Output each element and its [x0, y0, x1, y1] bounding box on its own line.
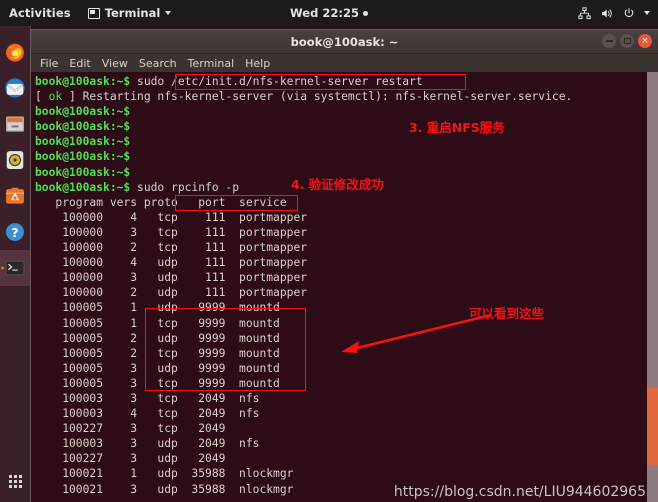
maximize-icon: [623, 38, 631, 44]
terminal-table-row: 100003 3 tcp 2049 nfs: [35, 391, 260, 405]
menu-file[interactable]: File: [40, 57, 58, 70]
menu-help[interactable]: Help: [245, 57, 270, 70]
files-icon: [6, 116, 24, 132]
minimize-button[interactable]: [602, 34, 616, 48]
dock-item-rhythmbox[interactable]: [0, 142, 30, 178]
svg-text:?: ?: [11, 226, 18, 240]
grid-icon: [8, 474, 22, 488]
show-applications-button[interactable]: [0, 466, 30, 496]
minimize-icon: [605, 40, 613, 42]
menu-edit[interactable]: Edit: [69, 57, 90, 70]
menu-terminal[interactable]: Terminal: [188, 57, 235, 70]
firefox-icon: [6, 43, 24, 62]
help-icon: ?: [6, 223, 24, 241]
terminal-table-row: 100000 4 tcp 111 portmapper: [35, 210, 308, 224]
watermark: https://blog.csdn.net/LIU944602965: [393, 484, 646, 500]
terminal-table-row: 100000 3 tcp 111 portmapper: [35, 225, 308, 239]
mail-icon: [5, 78, 25, 98]
dock-item-terminal[interactable]: [0, 250, 30, 286]
terminal-table-row: 100000 2 tcp 111 portmapper: [35, 241, 308, 255]
terminal-table-header: program vers proto port service: [35, 195, 287, 209]
app-menu-label: Terminal: [104, 6, 161, 20]
highlight-box-restart-command: [175, 74, 466, 90]
terminal-table-row: 100000 2 udp 111 portmapper: [35, 286, 308, 300]
close-icon: ×: [641, 35, 649, 46]
scrollbar-thumb[interactable]: [647, 388, 658, 466]
dock-item-firefox[interactable]: [0, 34, 30, 70]
window-controls: ×: [602, 34, 652, 48]
maximize-button[interactable]: [620, 34, 634, 48]
window-titlebar[interactable]: book@100ask: ~ ×: [31, 30, 658, 54]
power-icon[interactable]: [623, 7, 635, 20]
terminal-table-row: 100000 3 udp 111 portmapper: [35, 271, 308, 285]
terminal-table-row: 100021 1 udp 35988 nlockmgr: [35, 467, 294, 481]
terminal-output-area[interactable]: book@100ask:~$ sudo /etc/init.d/nfs-kern…: [31, 72, 658, 502]
terminal-text: book@100ask:~$ sudo /etc/init.d/nfs-kern…: [35, 74, 572, 497]
close-button[interactable]: ×: [638, 34, 652, 48]
terminal-menubar: File Edit View Search Terminal Help: [31, 54, 658, 73]
highlight-box-rpcinfo-command: [175, 195, 298, 211]
highlight-box-mountd-rows: [145, 308, 306, 391]
dock-item-ubuntu-software[interactable]: [0, 178, 30, 214]
terminal-line-prompt: book@100ask:~$: [35, 150, 131, 164]
system-tray[interactable]: [578, 6, 650, 20]
menu-view[interactable]: View: [102, 57, 128, 70]
software-center-icon: [6, 187, 24, 204]
terminal-icon: [87, 7, 100, 19]
notification-dot-icon: [362, 11, 368, 16]
terminal-table-row: 100003 3 udp 2049 nfs: [35, 437, 260, 451]
terminal-line-prompt: book@100ask:~$: [35, 135, 131, 149]
chevron-down-icon: [165, 11, 172, 15]
ubuntu-dock: ?: [0, 26, 31, 502]
gnome-top-bar: Activities Terminal Wed 22:25: [0, 0, 658, 26]
clock-label: Wed 22:25: [290, 6, 359, 20]
dock-item-files[interactable]: [0, 106, 30, 142]
terminal-table-row: 100227 3 udp 2049: [35, 452, 226, 466]
dock-item-help[interactable]: ?: [0, 214, 30, 250]
menu-search[interactable]: Search: [139, 57, 177, 70]
window-title: book@100ask: ~: [290, 34, 399, 49]
chevron-down-icon[interactable]: [644, 11, 650, 15]
network-icon[interactable]: [578, 6, 591, 20]
music-player-icon: [6, 151, 24, 169]
volume-icon[interactable]: [600, 7, 614, 20]
annotation-arrow-icon: [341, 313, 492, 353]
annotation-verify-note: 4. 验证修改成功: [291, 177, 384, 192]
terminal-window: book@100ask: ~ × File Edit View Search T…: [31, 30, 658, 502]
activities-button[interactable]: Activities: [9, 6, 71, 20]
annotation-restart-note: 3. 重启NFS服务: [409, 120, 505, 135]
terminal-table-row: 100003 4 tcp 2049 nfs: [35, 407, 260, 421]
terminal-scrollbar[interactable]: [647, 72, 658, 502]
dock-item-thunderbird[interactable]: [0, 70, 30, 106]
app-menu[interactable]: Terminal: [87, 6, 172, 20]
terminal-table-row: 100000 4 udp 111 portmapper: [35, 256, 308, 270]
terminal-icon: [5, 260, 25, 276]
terminal-table-row: 100227 3 tcp 2049: [35, 422, 226, 436]
terminal-line-status: [ ok ] Restarting nfs-kernel-server (via…: [35, 90, 573, 104]
